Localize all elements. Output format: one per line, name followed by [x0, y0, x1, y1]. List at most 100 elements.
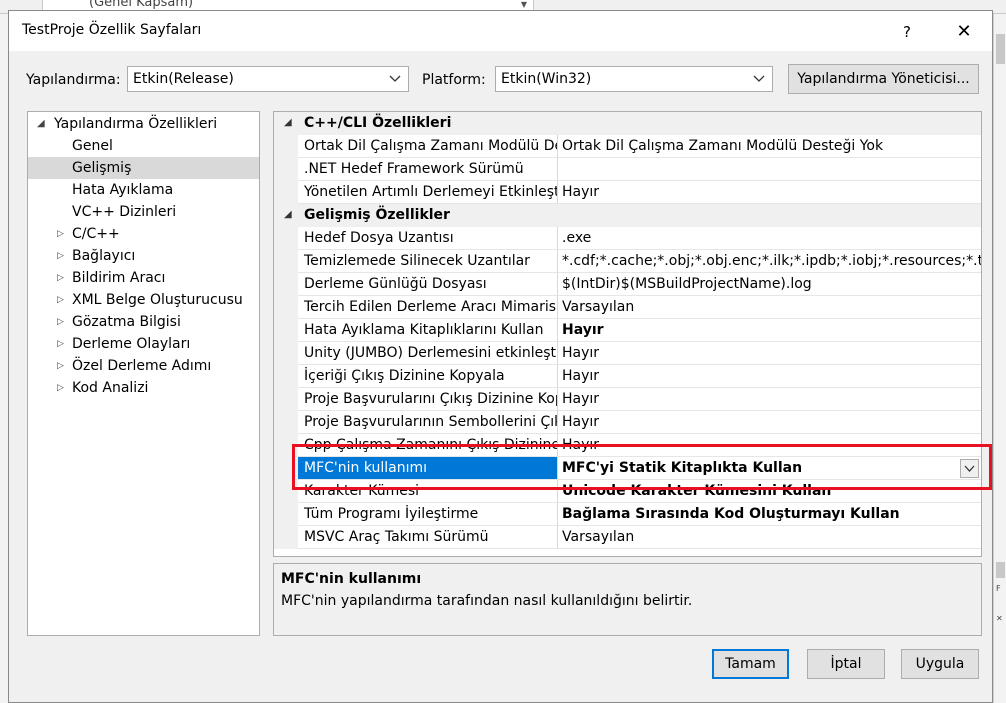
- property-value[interactable]: MFC'yi Statik Kitaplıkta Kullan: [558, 457, 981, 480]
- row-gutter: [274, 480, 298, 503]
- property-value[interactable]: Varsayılan: [558, 526, 981, 549]
- tree-item[interactable]: ▷ Derleme Olayları: [28, 333, 259, 355]
- row-gutter: [274, 388, 298, 411]
- configuration-select[interactable]: Etkin(Release): [127, 66, 409, 92]
- apply-button[interactable]: Uygula: [901, 649, 979, 679]
- collapse-triangle-icon[interactable]: ◢: [284, 204, 292, 226]
- property-value[interactable]: Hayır: [558, 181, 981, 204]
- property-name: Hata Ayıklama Kitaplıklarını Kullan: [298, 319, 558, 342]
- property-value[interactable]: Hayır: [558, 388, 981, 411]
- row-gutter: [274, 503, 298, 526]
- property-value-text: *.cdf;*.cache;*.obj;*.obj.enc;*.ilk;*.ip…: [562, 253, 981, 269]
- expand-triangle-icon[interactable]: ▷: [57, 355, 67, 377]
- property-value-text: Hayır: [562, 322, 604, 338]
- row-gutter: [274, 526, 298, 549]
- tree-item-label: Bağlayıcı: [72, 248, 136, 264]
- collapse-triangle-icon[interactable]: ◢: [284, 112, 292, 134]
- chevron-down-icon: [753, 75, 765, 82]
- platform-select[interactable]: Etkin(Win32): [495, 66, 773, 92]
- property-value[interactable]: Unicode Karakter Kümesini Kullan: [558, 480, 981, 503]
- property-row[interactable]: Karakter Kümesi Unicode Karakter Kümesini…: [274, 480, 981, 503]
- property-value[interactable]: Hayır: [558, 411, 981, 434]
- expand-triangle-icon[interactable]: ▷: [57, 377, 67, 399]
- tree-item[interactable]: Hata Ayıklama: [28, 179, 259, 201]
- property-grid[interactable]: C++/CLI Özellikleri ◢ Ortak Dil Çalışma Za…: [273, 111, 982, 557]
- tree-item[interactable]: ▷ XML Belge Oluşturucusu: [28, 289, 259, 311]
- cancel-button[interactable]: İptal: [807, 649, 885, 679]
- expand-triangle-icon[interactable]: ▷: [57, 289, 67, 311]
- tree-item[interactable]: ▷ Gözatma Bilgisi: [28, 311, 259, 333]
- tree-item-label: Gelişmiş: [72, 160, 132, 176]
- property-row[interactable]: Cpp Çalışma Zamanını Çıkış Dizinine Kopy…: [274, 434, 981, 457]
- property-value[interactable]: .exe: [558, 227, 981, 250]
- expand-triangle-icon[interactable]: ▷: [57, 311, 67, 333]
- property-value[interactable]: Varsayılan: [558, 296, 981, 319]
- property-row[interactable]: Yönetilen Artımlı Derlemeyi Etkinleştir H…: [274, 181, 981, 204]
- property-value[interactable]: Bağlama Sırasında Kod Oluşturmayı Kullan: [558, 503, 981, 526]
- property-value-text: $(IntDir)$(MSBuildProjectName).log: [562, 276, 812, 292]
- property-value-text: .exe: [562, 230, 592, 246]
- property-row[interactable]: Unity (JUMBO) Derlemesini etkinleştir Hay…: [274, 342, 981, 365]
- value-dropdown-button[interactable]: [960, 459, 979, 478]
- tree-item-label: C/C++: [72, 226, 120, 242]
- property-value[interactable]: *.cdf;*.cache;*.obj;*.obj.enc;*.ilk;*.ip…: [558, 250, 981, 273]
- tree-item[interactable]: ▷ C/C++: [28, 223, 259, 245]
- property-row[interactable]: Temizlemede Silinecek Uzantılar *.cdf;*.c…: [274, 250, 981, 273]
- platform-value: Etkin(Win32): [501, 71, 592, 87]
- tree-root-label: Yapılandırma Özellikleri: [54, 116, 218, 132]
- tree-item[interactable]: ▷ Özel Derleme Adımı: [28, 355, 259, 377]
- background-scrollbar: F ✕: [993, 14, 1006, 703]
- background-left-edge: [0, 14, 8, 703]
- property-name: Yönetilen Artımlı Derlemeyi Etkinleştir: [298, 181, 558, 204]
- tree-item-label: Özel Derleme Adımı: [72, 358, 212, 374]
- property-row[interactable]: Ortak Dil Çalışma Zamanı Modülü DesteğiO…: [274, 135, 981, 158]
- property-value[interactable]: $(IntDir)$(MSBuildProjectName).log: [558, 273, 981, 296]
- property-value[interactable]: Hayır: [558, 434, 981, 457]
- property-name: İçeriği Çıkış Dizinine Kopyala: [298, 365, 558, 388]
- property-row[interactable]: MSVC Araç Takımı Sürümü Varsayılan: [274, 526, 981, 549]
- property-row[interactable]: İçeriği Çıkış Dizinine Kopyala Hayır: [274, 365, 981, 388]
- property-name: Derleme Günlüğü Dosyası: [298, 273, 558, 296]
- help-button[interactable]: ?: [893, 19, 921, 45]
- property-value-text: Bağlama Sırasında Kod Oluşturmayı Kullan: [562, 506, 900, 522]
- property-row[interactable]: Derleme Günlüğü Dosyası $(IntDir)$(MSBuil…: [274, 273, 981, 296]
- tree-item[interactable]: ▷ Bağlayıcı: [28, 245, 259, 267]
- tree-item[interactable]: ▷ Bildirim Aracı: [28, 267, 259, 289]
- property-row[interactable]: Hata Ayıklama Kitaplıklarını Kullan Hayır: [274, 319, 981, 342]
- property-value[interactable]: Ortak Dil Çalışma Zamanı Modülü Desteği …: [558, 135, 981, 158]
- tree-item[interactable]: ▷ Kod Analizi: [28, 377, 259, 399]
- ok-button[interactable]: Tamam: [712, 649, 789, 679]
- property-value[interactable]: [558, 158, 981, 181]
- property-row[interactable]: MFC'nin kullanımı MFC'yi Statik Kitaplıkt…: [274, 457, 981, 480]
- expand-triangle-icon[interactable]: ▷: [57, 267, 67, 289]
- expand-triangle-icon[interactable]: ▷: [57, 223, 67, 245]
- row-gutter: [274, 411, 298, 434]
- configuration-manager-button[interactable]: Yapılandırma Yöneticisi...: [788, 64, 979, 94]
- tree-root[interactable]: ◢ Yapılandırma Özellikleri: [28, 113, 259, 135]
- row-gutter: [274, 181, 298, 204]
- tree-item[interactable]: VC++ Dizinleri: [28, 201, 259, 223]
- expanded-triangle-icon[interactable]: ◢: [37, 113, 47, 135]
- description-text: MFC'nin yapılandırma tarafından nasıl ku…: [281, 593, 693, 609]
- property-row[interactable]: Hedef Dosya Uzantısı .exe: [274, 227, 981, 250]
- expand-triangle-icon[interactable]: ▷: [57, 333, 67, 355]
- chevron-down-icon: [389, 75, 401, 82]
- property-row[interactable]: Tercih Edilen Derleme Aracı Mimarisi Vars…: [274, 296, 981, 319]
- property-value[interactable]: Hayır: [558, 365, 981, 388]
- tree-item[interactable]: Genel: [28, 135, 259, 157]
- property-value[interactable]: Hayır: [558, 342, 981, 365]
- category-tree[interactable]: ◢ Yapılandırma Özellikleri Genel Gelişmiş…: [27, 111, 260, 636]
- tree-item[interactable]: Gelişmiş: [28, 157, 259, 179]
- scrollbar-thumb: [996, 34, 1005, 64]
- expand-triangle-icon[interactable]: ▷: [57, 245, 67, 267]
- property-category[interactable]: Gelişmiş Özellikler ◢: [274, 204, 981, 227]
- property-row[interactable]: .NET Hedef Framework Sürümü: [274, 158, 981, 181]
- row-gutter: [274, 158, 298, 181]
- property-row[interactable]: Proje Başvurularının Sembollerini Çıkış …: [274, 411, 981, 434]
- property-value[interactable]: Hayır: [558, 319, 981, 342]
- property-row[interactable]: Proje Başvurularını Çıkış Dizinine Kopya…: [274, 388, 981, 411]
- property-row[interactable]: Tüm Programı İyileştirme Bağlama Sırasınd…: [274, 503, 981, 526]
- background-glyph: F: [996, 584, 1001, 593]
- property-category[interactable]: C++/CLI Özellikleri ◢: [274, 112, 981, 135]
- close-button[interactable]: ✕: [949, 19, 979, 45]
